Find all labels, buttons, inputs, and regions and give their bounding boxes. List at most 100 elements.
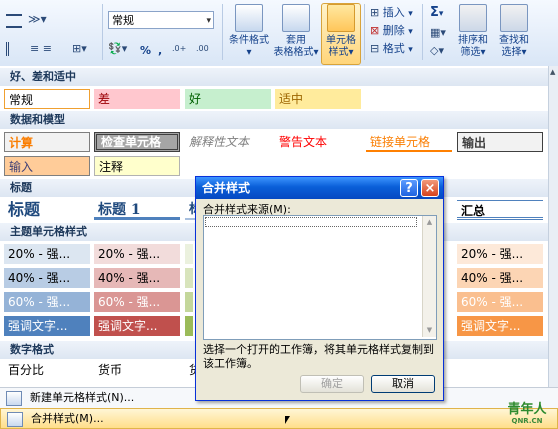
ribbon-separator bbox=[222, 4, 223, 60]
delete-button[interactable]: ⊠ 删除 ▾ bbox=[370, 22, 413, 40]
format-icon: ⊟ bbox=[370, 42, 380, 55]
indent-icon[interactable] bbox=[6, 42, 22, 56]
style-20-accent6[interactable]: 20% - 强... bbox=[457, 244, 543, 264]
scroll-up-icon[interactable]: ▲ bbox=[423, 216, 436, 229]
orientation-icon[interactable]: ≫▾ bbox=[28, 12, 50, 28]
style-output[interactable]: 输出 bbox=[457, 132, 543, 152]
clear-icon[interactable]: ◇▾ bbox=[430, 44, 448, 57]
close-button[interactable]: × bbox=[421, 179, 439, 197]
style-warning[interactable]: 警告文本 bbox=[275, 132, 361, 152]
style-40-accent2[interactable]: 40% - 强... bbox=[94, 268, 180, 288]
conditional-format-label: 条件格式 bbox=[229, 35, 269, 46]
conditional-format-button[interactable]: 条件格式 ▾ bbox=[226, 4, 272, 59]
close-icon: × bbox=[424, 181, 436, 196]
style-20-accent1[interactable]: 20% - 强... bbox=[4, 244, 90, 264]
sort-filter-label-2: 筛选▾ bbox=[460, 47, 486, 58]
number-format-dropdown[interactable]: 常规 ▾ bbox=[108, 11, 214, 29]
gallery-scrollbar[interactable]: ▲ bbox=[548, 66, 558, 388]
watermark-text: 青年人 bbox=[507, 402, 547, 417]
sigma-icon: Σ bbox=[430, 5, 439, 20]
section-data-model: 数据和模型 bbox=[0, 111, 548, 129]
binoculars-icon bbox=[500, 4, 528, 32]
format-button[interactable]: ⊟ 格式 ▾ bbox=[370, 40, 413, 58]
delete-label: 删除 bbox=[382, 24, 405, 37]
insert-button[interactable]: ⊞ 插入 ▾ bbox=[370, 4, 413, 22]
autosum-button[interactable]: Σ▾ bbox=[430, 4, 443, 22]
ok-button[interactable]: 确定 bbox=[300, 375, 364, 393]
style-title[interactable]: 标题 bbox=[4, 200, 90, 220]
increase-decimal-button[interactable]: .0+ bbox=[172, 44, 192, 56]
scroll-down-icon[interactable]: ▼ bbox=[423, 324, 436, 337]
style-total[interactable]: 汇总 bbox=[457, 200, 543, 220]
new-style-icon bbox=[6, 391, 22, 406]
style-heading1[interactable]: 标题 1 bbox=[94, 200, 180, 220]
style-note[interactable]: 注释 bbox=[94, 156, 180, 176]
sort-filter-label-1: 排序和 bbox=[458, 35, 488, 46]
format-as-table-button[interactable]: 套用 表格格式▾ bbox=[272, 4, 320, 59]
find-select-label-2: 选择▾ bbox=[501, 47, 527, 58]
cell-styles-label-2: 样式▾ bbox=[328, 47, 354, 58]
format-as-table-label-1: 套用 bbox=[286, 35, 306, 46]
style-check-cell[interactable]: 检查单元格 bbox=[94, 132, 180, 152]
decrease-decimal-button[interactable]: .00 bbox=[196, 44, 216, 56]
style-40-accent1[interactable]: 40% - 强... bbox=[4, 268, 90, 288]
cancel-button[interactable]: 取消 bbox=[371, 375, 435, 393]
style-linked-cell[interactable]: 链接单元格 bbox=[366, 132, 452, 152]
mouse-cursor-icon bbox=[285, 416, 290, 424]
style-input[interactable]: 输入 bbox=[4, 156, 90, 176]
style-40-accent3[interactable] bbox=[185, 268, 193, 288]
delete-icon: ⊠ bbox=[370, 24, 380, 37]
scroll-up-icon[interactable]: ▲ bbox=[550, 68, 555, 76]
style-normal[interactable]: 常规 bbox=[4, 89, 90, 109]
fill-icon[interactable]: ▦▾ bbox=[430, 26, 448, 39]
style-neutral[interactable]: 适中 bbox=[275, 89, 361, 109]
ribbon-separator bbox=[364, 4, 365, 60]
merge-styles-dialog: 合并样式 ? × 合并样式来源(M): ▲ ▼ 选择一个打开的工作簿，将其单元格… bbox=[195, 176, 444, 401]
number-format-value: 常规 bbox=[112, 14, 134, 27]
comma-button[interactable]: , bbox=[158, 42, 162, 60]
help-icon: ? bbox=[405, 181, 413, 196]
cell-styles-icon bbox=[327, 4, 355, 32]
style-60-accent2[interactable]: 60% - 强... bbox=[94, 292, 180, 312]
style-bad[interactable]: 差 bbox=[94, 89, 180, 109]
style-accent1[interactable]: 强调文字... bbox=[4, 316, 90, 336]
conditional-format-icon bbox=[235, 4, 263, 32]
style-20-accent2[interactable]: 20% - 强... bbox=[94, 244, 180, 264]
help-button[interactable]: ? bbox=[400, 179, 418, 197]
style-accent6[interactable]: 强调文字... bbox=[457, 316, 543, 336]
style-60-accent1[interactable]: 60% - 强... bbox=[4, 292, 90, 312]
align-right-icon[interactable]: ≡ ≡ bbox=[30, 42, 66, 56]
style-explanatory[interactable]: 解释性文本 bbox=[185, 132, 271, 152]
sort-filter-button[interactable]: 排序和 筛选▾ bbox=[453, 4, 493, 59]
cell-styles-button[interactable]: 单元格 样式▾ bbox=[321, 3, 361, 65]
find-select-button[interactable]: 查找和 选择▾ bbox=[494, 4, 534, 59]
source-workbook-list[interactable]: ▲ ▼ bbox=[203, 215, 437, 340]
style-20-accent3[interactable] bbox=[185, 244, 193, 264]
list-selection-row[interactable] bbox=[205, 217, 417, 227]
style-currency[interactable]: 货币 bbox=[94, 360, 180, 380]
style-calculation[interactable]: 计算 bbox=[4, 132, 90, 152]
style-percent[interactable]: 百分比 bbox=[4, 360, 90, 380]
merge-styles-icon bbox=[7, 412, 23, 427]
style-40-accent6[interactable]: 40% - 强... bbox=[457, 268, 543, 288]
currency-format-button[interactable]: 💱▾ bbox=[108, 42, 136, 58]
menu-merge-styles[interactable]: 合并样式(M)... bbox=[0, 408, 558, 429]
list-scrollbar[interactable]: ▲ ▼ bbox=[422, 216, 436, 337]
style-accent3[interactable] bbox=[185, 316, 193, 336]
chevron-down-icon: ▾ bbox=[408, 27, 413, 37]
style-60-accent3[interactable] bbox=[185, 292, 193, 312]
style-good[interactable]: 好 bbox=[185, 89, 271, 109]
cell-styles-label-1: 单元格 bbox=[326, 35, 356, 46]
insert-icon: ⊞ bbox=[370, 6, 380, 19]
watermark-url: QNR.CN bbox=[511, 417, 543, 425]
format-as-table-label-2: 表格格式▾ bbox=[273, 47, 319, 58]
ribbon-separator bbox=[422, 4, 423, 60]
percent-button[interactable]: % bbox=[140, 42, 151, 60]
menu-merge-styles-label: 合并样式(M)... bbox=[31, 412, 104, 425]
find-select-label-1: 查找和 bbox=[499, 35, 529, 46]
style-accent2[interactable]: 强调文字... bbox=[94, 316, 180, 336]
align-left-icon[interactable] bbox=[6, 14, 22, 28]
dialog-hint: 选择一个打开的工作簿，将其单元格样式复制到该工作簿。 bbox=[203, 343, 434, 370]
style-60-accent6[interactable]: 60% - 强... bbox=[457, 292, 543, 312]
merge-cells-icon[interactable]: ⊞▾ bbox=[72, 42, 98, 56]
